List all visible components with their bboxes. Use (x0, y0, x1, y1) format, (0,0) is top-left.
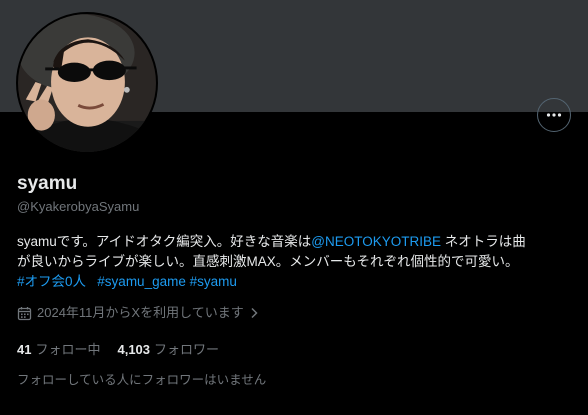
profile-bio: syamuです。アイドオタク編突入。好きな音楽は@NEOTOKYOTRIBE ネ… (17, 232, 577, 292)
followers-you-know: フォローしている人にフォロワーはいません (17, 373, 267, 387)
bio-text: ネオトラは曲 (440, 234, 526, 249)
hashtag-link[interactable]: #syamu_game (97, 274, 186, 289)
bio-line-1: syamuです。アイドオタク編突入。好きな音楽は@NEOTOKYOTRIBE ネ… (17, 232, 577, 252)
hashtag-link[interactable]: #syamu (190, 274, 237, 289)
follow-stats: 41 フォロー中 4,103 フォロワー (17, 342, 236, 358)
display-name: syamu (17, 173, 78, 194)
following-label: フォロー中 (35, 342, 101, 357)
profile-avatar[interactable] (16, 12, 158, 154)
bio-line-3: #オフ会0人 #syamu_game #syamu (17, 272, 577, 292)
user-handle: @KyakerobyaSyamu (17, 199, 140, 214)
more-options-button[interactable] (537, 98, 571, 132)
followers-link[interactable]: 4,103 フォロワー (117, 342, 219, 358)
hashtag-link[interactable]: #オフ会0人 (17, 274, 86, 289)
bio-text: syamuです。アイドオタク編突入。好きな音楽は (17, 234, 312, 249)
followers-label: フォロワー (154, 342, 220, 357)
joined-text: 2024年11月からXを利用しています (37, 305, 244, 320)
followers-count: 4,103 (117, 342, 151, 357)
bio-mention-link[interactable]: @NEOTOKYOTRIBE (311, 234, 441, 249)
avatar-image (18, 14, 156, 152)
bio-line-2: が良いからライブが楽しい。直感刺激MAX。メンバーもそれぞれ個性的で可愛い。 (17, 254, 519, 269)
more-horizontal-icon (546, 113, 562, 117)
following-link[interactable]: 41 フォロー中 (17, 342, 100, 358)
following-count: 41 (17, 342, 32, 357)
calendar-icon (17, 306, 32, 320)
chevron-right-icon (251, 307, 258, 319)
joined-date[interactable]: 2024年11月からXを利用しています (17, 305, 260, 321)
